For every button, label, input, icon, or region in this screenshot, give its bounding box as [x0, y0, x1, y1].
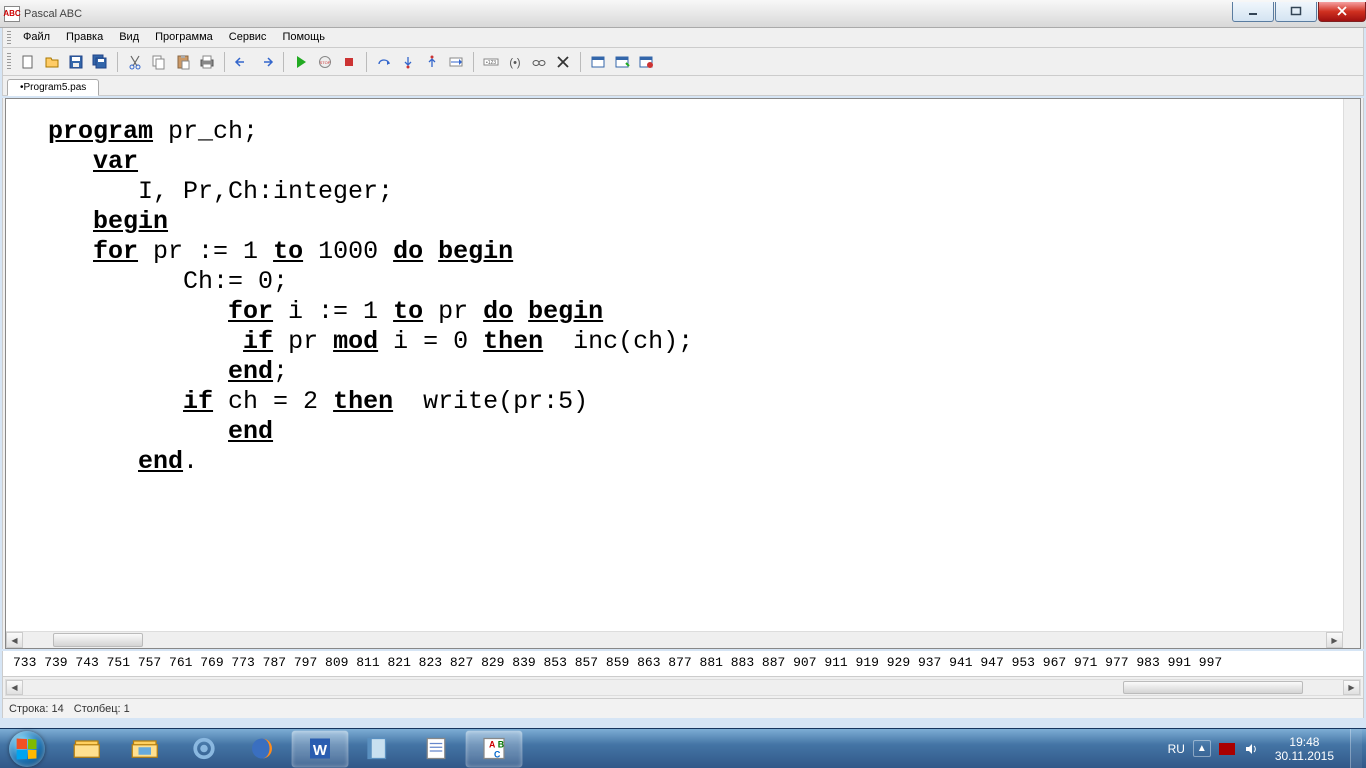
editor-tabs: •Program5.pas [2, 76, 1364, 96]
close-button[interactable] [1318, 2, 1366, 22]
status-column: Столбец: 1 [74, 703, 140, 715]
code-content[interactable]: program pr_ch; var I, Pr,Ch:integer; beg… [6, 99, 1360, 487]
editor-horizontal-scrollbar[interactable]: ◀ ▶ [6, 631, 1343, 648]
open-file-icon[interactable] [41, 51, 63, 73]
window-title: Pascal ABC [24, 8, 82, 20]
svg-text:W: W [313, 742, 328, 759]
menu-program[interactable]: Программа [147, 28, 221, 47]
menu-service[interactable]: Сервис [221, 28, 275, 47]
show-desktop-button[interactable] [1350, 729, 1362, 768]
bracket-icon[interactable]: (•) [504, 51, 526, 73]
print-icon[interactable] [196, 51, 218, 73]
save-icon[interactable] [65, 51, 87, 73]
menu-edit[interactable]: Правка [58, 28, 111, 47]
tray-date: 30.11.2015 [1275, 749, 1334, 763]
scroll-thumb[interactable] [53, 633, 143, 647]
output-panel[interactable]: 733 739 743 751 757 761 769 773 787 797 … [2, 651, 1364, 677]
form-2-icon[interactable] [611, 51, 633, 73]
svg-text:STOP: STOP [320, 60, 331, 65]
taskbar-folder[interactable] [118, 731, 174, 767]
stop-eval-icon[interactable] [552, 51, 574, 73]
menu-file[interactable]: Файл [15, 28, 58, 47]
taskbar-firefox[interactable] [234, 731, 290, 767]
svg-text:A: A [489, 739, 496, 749]
status-bar: Строка: 14 Столбец: 1 [2, 698, 1364, 718]
maximize-button[interactable] [1275, 2, 1317, 22]
tray-show-hidden-icon[interactable]: ▲ [1193, 740, 1211, 757]
run-icon[interactable] [290, 51, 312, 73]
watch-icon[interactable]: •123 [480, 51, 502, 73]
scroll-right-icon[interactable]: ▶ [1326, 632, 1343, 648]
tray-time: 19:48 [1275, 735, 1334, 749]
end-icon[interactable] [338, 51, 360, 73]
tab-program5[interactable]: •Program5.pas [7, 79, 99, 96]
window-titlebar: ABC Pascal ABC [0, 0, 1366, 28]
output-scrollbar[interactable]: ◀ ▶ [5, 679, 1361, 696]
tray-flag-icon[interactable] [1219, 741, 1235, 757]
stop-icon[interactable]: STOP [314, 51, 336, 73]
form-1-icon[interactable] [587, 51, 609, 73]
step-out-icon[interactable] [421, 51, 443, 73]
menu-help[interactable]: Помощь [274, 28, 333, 47]
output-scroll-left-icon[interactable]: ◀ [6, 680, 23, 695]
taskbar-explorer[interactable] [60, 731, 116, 767]
menubar-handle[interactable] [7, 31, 11, 44]
svg-text:•123: •123 [486, 60, 496, 66]
taskbar-pascal[interactable]: ABC [466, 731, 522, 767]
toolbar-handle[interactable] [7, 53, 11, 71]
step-over-icon[interactable] [373, 51, 395, 73]
eval-icon[interactable] [528, 51, 550, 73]
menu-bar: Файл Правка Вид Программа Сервис Помощь [2, 28, 1364, 48]
system-tray: RU ▲ 19:48 30.11.2015 [1168, 729, 1366, 768]
toolbar: STOP •123 (•) [2, 48, 1364, 76]
svg-text:B: B [498, 739, 504, 749]
copy-icon[interactable] [148, 51, 170, 73]
status-line: Строка: 14 [9, 703, 74, 715]
form-3-icon[interactable] [635, 51, 657, 73]
svg-text:C: C [494, 749, 501, 759]
new-file-icon[interactable] [17, 51, 39, 73]
trace-icon[interactable] [445, 51, 467, 73]
output-scroll-thumb[interactable] [1123, 681, 1303, 694]
undo-icon[interactable] [231, 51, 253, 73]
taskbar-settings[interactable] [176, 731, 232, 767]
app-icon: ABC [4, 6, 20, 22]
save-all-icon[interactable] [89, 51, 111, 73]
taskbar-word[interactable]: W [292, 731, 348, 767]
redo-icon[interactable] [255, 51, 277, 73]
start-button[interactable] [0, 729, 54, 768]
step-into-icon[interactable] [397, 51, 419, 73]
windows-orb-icon [9, 731, 45, 767]
tray-clock[interactable]: 19:48 30.11.2015 [1267, 735, 1342, 763]
minimize-button[interactable] [1232, 2, 1274, 22]
windows-taskbar: W ABC RU ▲ 19:48 30.11.2015 [0, 728, 1366, 768]
paste-icon[interactable] [172, 51, 194, 73]
code-editor[interactable]: program pr_ch; var I, Pr,Ch:integer; beg… [5, 98, 1361, 649]
output-scroll-right-icon[interactable]: ▶ [1343, 680, 1360, 695]
svg-text:(•): (•) [509, 57, 520, 69]
tray-volume-icon[interactable] [1243, 741, 1259, 757]
scroll-left-icon[interactable]: ◀ [6, 632, 23, 648]
cut-icon[interactable] [124, 51, 146, 73]
tray-language[interactable]: RU [1168, 742, 1185, 756]
taskbar-notepad[interactable] [408, 731, 464, 767]
menu-view[interactable]: Вид [111, 28, 147, 47]
taskbar-onenote[interactable] [350, 731, 406, 767]
editor-vertical-scrollbar[interactable] [1343, 99, 1360, 631]
